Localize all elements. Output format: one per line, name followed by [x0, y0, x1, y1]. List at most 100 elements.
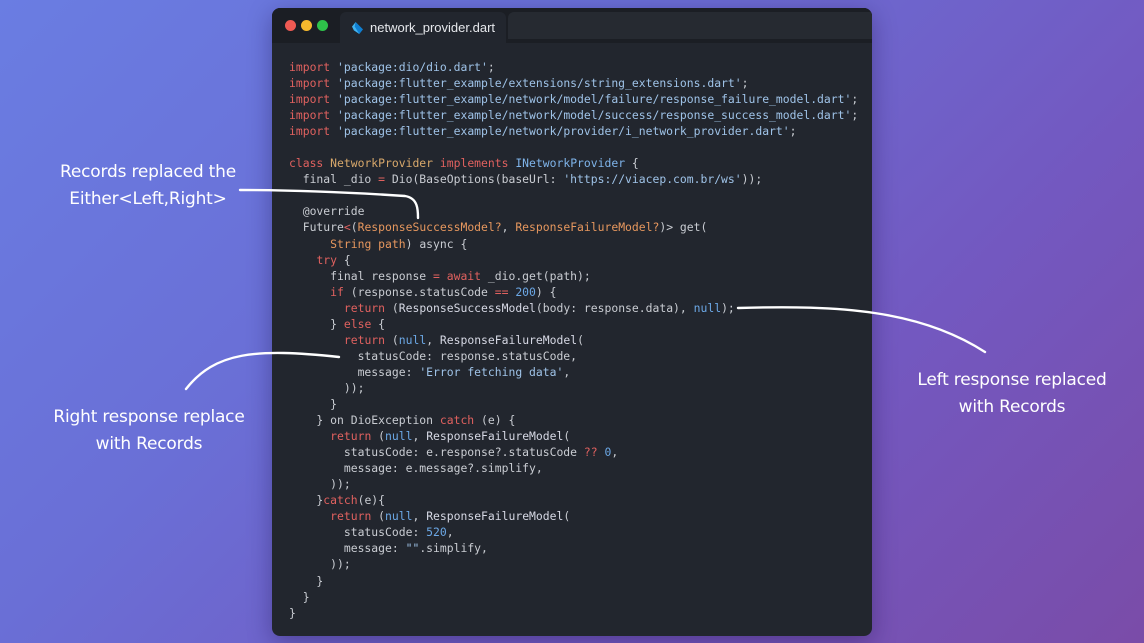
code-text: message: — [289, 364, 420, 379]
code-line: statusCode: response.statusCode, — [289, 348, 858, 364]
code-text: , — [563, 364, 571, 379]
type-token: ResponseFailureModel? — [515, 220, 660, 235]
code-line: } on DioException catch (e) { — [289, 412, 858, 428]
annotation-records-either: Records replaced the Either<Left,Right> — [38, 159, 258, 213]
code-text: , — [501, 220, 516, 235]
class-ref-token: ResponseFailureModel — [426, 509, 564, 524]
literal-token: 520 — [426, 525, 447, 540]
code-line: )); — [289, 380, 858, 396]
keyword-token: try — [316, 252, 338, 267]
code-line: return (null, ResponseFailureModel( — [289, 508, 858, 524]
keyword-token: import — [289, 76, 331, 91]
code-text: , — [426, 332, 440, 347]
code-text: ( — [577, 332, 584, 347]
annotation-right-response: Right response replace with Records — [34, 404, 264, 458]
code-text: } — [289, 605, 296, 620]
keyword-token: if — [330, 284, 344, 299]
code-line: )); — [289, 476, 858, 492]
code-text: message: — [289, 541, 406, 556]
code-text: (response.statusCode — [343, 284, 495, 299]
class-ref-token: ResponseSuccessModel — [398, 300, 536, 315]
keyword-token: = — [433, 268, 440, 283]
code-line: import 'package:flutter_example/network/… — [289, 107, 858, 123]
code-line: import 'package:flutter_example/network/… — [289, 123, 858, 139]
keyword-token: return — [343, 332, 386, 347]
code-text: , — [446, 525, 454, 540]
keyword-token: import — [289, 92, 331, 107]
code-text: statusCode: e.response?.statusCode — [289, 445, 584, 460]
code-line: } — [289, 605, 858, 621]
code-text: , — [611, 445, 619, 460]
keyword-token: class — [289, 156, 324, 171]
code-text: ) async { — [405, 236, 468, 251]
code-editor-window: network_provider.dart import 'package:di… — [272, 8, 872, 636]
string-token: 'https://viacep.com.br/ws' — [563, 172, 742, 187]
string-token: 'Error fetching data' — [419, 364, 564, 379]
close-window-button[interactable] — [285, 20, 296, 31]
code-text: } — [289, 573, 324, 588]
keyword-token: else — [343, 316, 372, 331]
keyword-token: await — [446, 268, 482, 283]
code-line: } — [289, 396, 858, 412]
keyword-token: catch — [439, 413, 475, 428]
code-line: message: 'Error fetching data', — [289, 364, 858, 380]
code-text: final response — [289, 268, 434, 283]
code-text: )> get( — [659, 220, 708, 235]
code-text: )); — [741, 172, 763, 187]
literal-token: null — [385, 509, 413, 524]
string-token: "" — [405, 541, 420, 556]
code-text: Future — [289, 220, 344, 235]
code-line: class NetworkProvider implements INetwor… — [289, 155, 858, 171]
code-text: ) { — [535, 284, 557, 299]
code-line: @override — [289, 203, 858, 219]
literal-token: 200 — [515, 284, 536, 299]
annotation-line: with Records — [958, 397, 1066, 417]
string-token: 'package:flutter_example/network/provide… — [337, 124, 790, 139]
file-tab[interactable]: network_provider.dart — [340, 12, 506, 43]
file-tab-label: network_provider.dart — [370, 20, 496, 35]
code-text: ; — [851, 108, 859, 123]
code-text: ( — [563, 509, 571, 524]
keyword-token: import — [289, 60, 331, 74]
code-line: Future<(ResponseSuccessModel?, ResponseF… — [289, 219, 858, 235]
maximize-window-button[interactable] — [317, 20, 328, 31]
code-line: } else { — [289, 316, 858, 332]
type-token: String — [330, 236, 372, 251]
code-text: } — [289, 493, 324, 508]
code-text: { — [371, 316, 386, 331]
code-text: @override — [289, 204, 365, 219]
code-line: final _dio = Dio(BaseOptions(baseUrl: 'h… — [289, 171, 858, 187]
annotation-line: Records replaced the — [60, 162, 236, 182]
string-token: 'package:flutter_example/network/model/f… — [337, 92, 852, 107]
code-content[interactable]: import 'package:dio/dio.dart'; import 'pa… — [289, 59, 858, 621]
keyword-token: import — [289, 124, 331, 139]
code-text: (e){ — [357, 493, 386, 508]
code-text: ; — [789, 124, 797, 139]
code-line: statusCode: e.response?.statusCode ?? 0, — [289, 444, 858, 460]
code-text: .simplify, — [419, 541, 488, 556]
code-text: )); — [289, 477, 351, 492]
code-line: }catch(e){ — [289, 492, 858, 508]
code-line: } — [289, 589, 858, 605]
string-token: 'package:flutter_example/network/model/s… — [337, 108, 852, 123]
annotation-left-response: Left response replaced with Records — [897, 367, 1127, 421]
code-text: , — [412, 429, 427, 444]
minimize-window-button[interactable] — [301, 20, 312, 31]
interface-token: INetworkProvider — [515, 156, 626, 171]
code-text: } on DioException — [289, 413, 440, 428]
code-text: ; — [851, 92, 859, 107]
code-line: try { — [289, 252, 858, 268]
keyword-token: catch — [323, 493, 358, 508]
literal-token: null — [398, 332, 427, 347]
code-text: Dio(BaseOptions(baseUrl: — [385, 172, 564, 187]
